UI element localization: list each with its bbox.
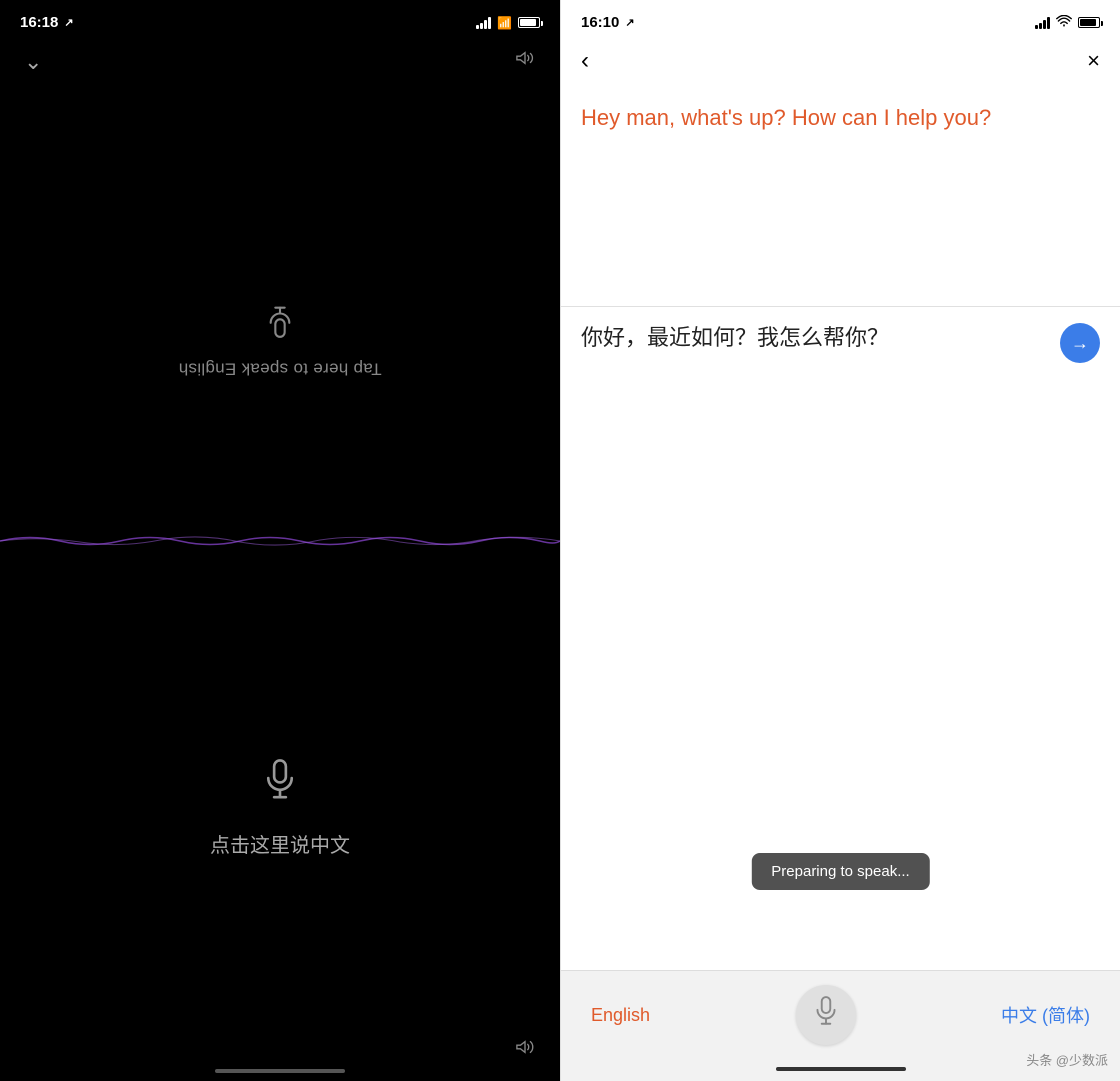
chinese-translation-text: 你好，最近如何？我怎么帮你？ — [581, 323, 1100, 354]
right-panel: 16:10 ↗ ‹ × — [560, 0, 1120, 1081]
wifi-icon: 📶 — [497, 16, 512, 30]
right-wifi-icon — [1056, 15, 1072, 30]
english-translation-text: Hey man, what's up? How can I help you? — [581, 103, 1100, 134]
preparing-text: Preparing to speak... — [771, 863, 909, 880]
right-location-icon: ↗ — [625, 16, 634, 29]
mic-center-icon — [813, 996, 839, 1035]
left-time-group: 16:18 ↗ — [20, 14, 74, 31]
left-signal-group: 📶 — [476, 16, 540, 30]
chinese-lang-button[interactable]: 中文 (简体) — [1001, 1002, 1090, 1028]
left-location-icon: ↗ — [64, 16, 73, 29]
send-arrow-icon: → — [1071, 333, 1089, 354]
preparing-toast: Preparing to speak... — [751, 853, 929, 890]
right-status-bar: 16:10 ↗ — [561, 0, 1120, 39]
english-section[interactable]: Tap here to speak English — [0, 85, 560, 558]
tap-english-text: Tap here to speak English — [178, 358, 381, 378]
chevron-down-icon[interactable]: ⌄ — [24, 49, 42, 75]
language-bar: English 中文 (简体) — [561, 970, 1120, 1059]
close-button[interactable]: × — [1087, 48, 1100, 74]
home-bar — [215, 1069, 345, 1073]
tap-chinese-text: 点击这里说中文 — [210, 829, 350, 858]
right-battery-icon — [1078, 17, 1100, 28]
signal-icon — [476, 17, 491, 29]
mic-top-icon — [266, 294, 294, 338]
left-status-bar: 16:18 ↗ 📶 — [0, 0, 560, 39]
chinese-translation-area: 你好，最近如何？我怎么帮你？ → Preparing to speak... — [561, 307, 1120, 970]
mic-bottom-icon — [262, 759, 298, 813]
left-bottom-bar — [0, 1030, 560, 1069]
left-top-controls: ⌄ — [0, 39, 560, 85]
left-panel: 16:18 ↗ 📶 ⌄ Tap here — [0, 0, 560, 1081]
right-time-group: 16:10 ↗ — [581, 14, 635, 31]
volume-icon[interactable] — [514, 1038, 536, 1061]
right-home-bar — [776, 1067, 906, 1071]
sound-icon[interactable] — [514, 49, 536, 75]
right-nav: ‹ × — [561, 39, 1120, 87]
english-translation-area: Hey man, what's up? How can I help you? — [561, 87, 1120, 307]
right-signal-icon — [1035, 17, 1050, 29]
chinese-section[interactable]: 点击这里说中文 — [0, 558, 560, 1031]
left-time: 16:18 — [20, 14, 58, 31]
mic-center-button[interactable] — [796, 985, 856, 1045]
send-button[interactable]: → — [1060, 323, 1100, 363]
watermark: 头条 @少数派 — [1026, 1050, 1108, 1069]
battery-icon — [518, 17, 540, 28]
right-time: 16:10 — [581, 14, 619, 31]
english-lang-button[interactable]: English — [591, 1005, 650, 1026]
wave-divider — [0, 526, 560, 556]
right-signal-group — [1035, 15, 1100, 30]
left-home-indicator — [0, 1069, 560, 1081]
back-button[interactable]: ‹ — [581, 47, 589, 75]
